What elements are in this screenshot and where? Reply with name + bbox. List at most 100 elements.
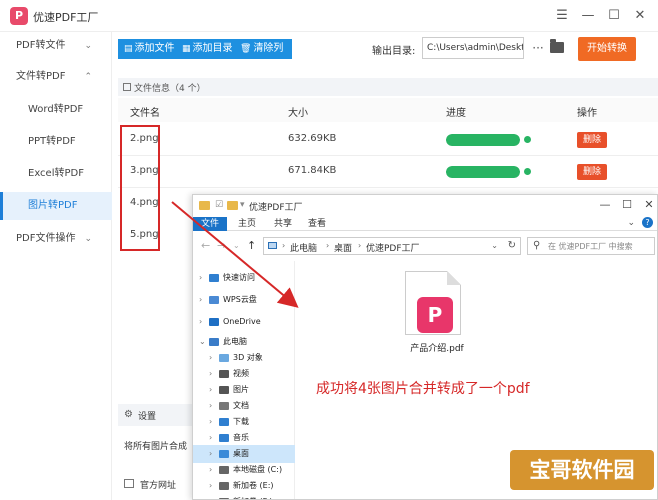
breadcrumb-folder[interactable]: 优速PDF工厂 xyxy=(366,241,420,254)
success-dot-icon xyxy=(524,168,531,175)
sidebar-item-ppt-to-pdf[interactable]: PPT转PDF xyxy=(0,128,112,156)
drive-icon xyxy=(219,466,229,474)
pdf-logo-icon: P xyxy=(417,297,453,333)
progress-bar xyxy=(446,134,520,146)
nav-item[interactable]: › WPS云盘 xyxy=(193,291,295,309)
add-directory-button[interactable]: ▦ 添加目录 xyxy=(176,39,234,59)
sidebar-item-word-to-pdf[interactable]: Word转PDF xyxy=(0,96,112,124)
ribbon: 文件 主页 共享 查看 ⌄ ? xyxy=(193,217,657,231)
recent-dropdown-icon[interactable]: ⌄ xyxy=(233,241,240,250)
delete-button[interactable]: 删除 xyxy=(577,164,607,180)
file-info-label: 文件信息（4 个） xyxy=(134,84,206,94)
add-file-button[interactable]: ▤ 添加文件 xyxy=(118,39,176,59)
menu-button[interactable]: ☰ xyxy=(552,6,572,26)
checkbox-icon[interactable]: ☑ xyxy=(215,200,223,210)
sidebar-item-image-to-pdf[interactable]: 图片转PDF xyxy=(0,192,112,220)
chevron-down-icon[interactable]: ⌄ xyxy=(627,218,635,228)
explorer-titlebar: ☑ ▾ 优速PDF工厂 — ☐ ✕ xyxy=(193,195,657,217)
sidebar-item-pdf-operations[interactable]: PDF文件操作 ⌄ xyxy=(0,225,112,253)
table-header: 文件名 大小 进度 操作 xyxy=(118,98,658,122)
file-size: 632.69KB xyxy=(288,133,337,144)
document-icon xyxy=(219,402,229,410)
chevron-down-icon: ⌄ xyxy=(84,234,92,244)
table-row[interactable]: 2.png 632.69KB 删除 xyxy=(118,124,658,156)
official-site-link[interactable]: 官方网址 xyxy=(140,478,176,491)
search-placeholder: 在 优速PDF工厂 中搜索 xyxy=(548,242,633,251)
start-convert-button[interactable]: 开始转换 xyxy=(578,37,636,61)
close-button[interactable]: ✕ xyxy=(630,6,650,26)
sidebar-item-label: 图片转PDF xyxy=(28,200,78,211)
nav-item[interactable]: › 新加卷 (F:) xyxy=(193,493,295,499)
address-dropdown-icon[interactable]: ⌄ xyxy=(491,241,498,250)
help-icon[interactable]: ? xyxy=(642,217,653,228)
tab-file[interactable]: 文件 xyxy=(193,217,227,231)
folder-icon[interactable] xyxy=(227,201,238,210)
address-bar[interactable]: › 此电脑 › 桌面 › 优速PDF工厂 ⌄ ↻ xyxy=(263,237,521,255)
picture-icon xyxy=(219,386,229,394)
maximize-button[interactable]: ☐ xyxy=(619,198,635,211)
tab-home[interactable]: 主页 xyxy=(233,217,261,231)
explorer-title: 优速PDF工厂 xyxy=(249,203,303,213)
sidebar-item-label: PDF文件操作 xyxy=(16,233,76,244)
clear-list-button[interactable]: 🗑 清除列表 xyxy=(234,39,292,74)
search-input[interactable]: ⚲ 在 优速PDF工厂 中搜索 xyxy=(527,237,655,255)
expand-chevron-icon[interactable]: › xyxy=(199,313,202,331)
progress-bar xyxy=(446,166,520,178)
sidebar-item-pdf-to-file[interactable]: PDF转文件 ⌄ xyxy=(0,32,112,60)
settings-bar: ⚙ 设置 xyxy=(118,404,198,426)
folder-icon[interactable] xyxy=(550,39,564,53)
column-header-name: 文件名 xyxy=(130,108,160,119)
progress-fill xyxy=(446,166,520,178)
breadcrumb-desktop[interactable]: 桌面 xyxy=(334,241,352,254)
folder-icon xyxy=(199,201,210,210)
settings-description: 将所有图片合成 xyxy=(124,442,188,452)
forward-arrow-icon[interactable]: → xyxy=(217,239,226,252)
breadcrumb-separator: › xyxy=(282,241,286,250)
file-info-bar: 文件信息（4 个） xyxy=(118,78,658,96)
navigation-pane: › 快速访问 › WPS云盘 › OneDrive ⌄ 此电脑 › 3D 对象 › 视频 › 图片 › 文档 ›… xyxy=(193,261,295,499)
up-arrow-icon[interactable]: ↑ xyxy=(247,239,256,252)
annotation-text: 成功将4张图片合并转成了一个pdf xyxy=(316,381,530,397)
add-file-label: 添加文件 xyxy=(134,43,175,54)
star-icon xyxy=(209,274,219,282)
sidebar-item-excel-to-pdf[interactable]: Excel转PDF xyxy=(0,160,112,188)
minimize-button[interactable]: — xyxy=(597,198,613,211)
expand-chevron-icon[interactable]: › xyxy=(199,291,202,309)
address-row: ← → ⌄ ↑ › 此电脑 › 桌面 › 优速PDF工厂 ⌄ ↻ ⚲ 在 优速P… xyxy=(193,232,657,260)
nav-item[interactable]: › OneDrive xyxy=(193,313,295,331)
minimize-button[interactable]: — xyxy=(578,6,598,26)
more-button[interactable]: ··· xyxy=(530,38,546,58)
watermark: 宝哥软件园 xyxy=(510,450,654,490)
back-arrow-icon[interactable]: ← xyxy=(201,239,210,252)
table-row[interactable]: 3.png 671.84KB 删除 xyxy=(118,156,658,188)
tab-view[interactable]: 查看 xyxy=(303,217,331,231)
success-dot-icon xyxy=(524,136,531,143)
refresh-icon[interactable]: ↻ xyxy=(508,240,516,251)
nav-item[interactable]: › 快速访问 xyxy=(193,269,295,287)
toolbar: ▤ 添加文件 ▦ 添加目录 🗑 清除列表 输出目录: C:\Users\admin\D… xyxy=(112,32,658,76)
tab-share[interactable]: 共享 xyxy=(269,217,297,231)
maximize-button[interactable]: ☐ xyxy=(604,6,624,26)
sidebar-item-label: PDF转文件 xyxy=(16,40,66,51)
file-icon xyxy=(123,83,131,91)
add-directory-label: 添加目录 xyxy=(192,43,233,54)
expand-chevron-icon[interactable]: › xyxy=(209,493,212,499)
website-icon xyxy=(124,479,134,488)
dropdown-icon[interactable]: ▾ xyxy=(240,200,245,210)
app-title: 优速PDF工厂 xyxy=(33,11,99,24)
delete-button[interactable]: 删除 xyxy=(577,132,607,148)
output-dir-input[interactable]: C:\Users\admin\Deskto xyxy=(422,37,524,59)
cloud-icon xyxy=(209,318,219,326)
sidebar-item-file-to-pdf[interactable]: 文件转PDF ⌃ xyxy=(0,63,112,91)
gear-icon: ⚙ xyxy=(124,409,133,420)
file-name[interactable]: 产品介绍.pdf xyxy=(405,341,469,354)
app-titlebar: P 优速PDF工厂 ☰ — ☐ ✕ xyxy=(0,0,658,32)
breadcrumb-this-pc[interactable]: 此电脑 xyxy=(290,241,317,254)
desktop-icon xyxy=(219,450,229,458)
nav-item-label: WPS云盘 xyxy=(223,295,257,304)
computer-icon xyxy=(209,338,219,346)
drive-icon xyxy=(219,482,229,490)
close-button[interactable]: ✕ xyxy=(641,198,657,211)
add-folder-icon: ▦ xyxy=(182,44,191,54)
expand-chevron-icon[interactable]: › xyxy=(199,269,202,287)
